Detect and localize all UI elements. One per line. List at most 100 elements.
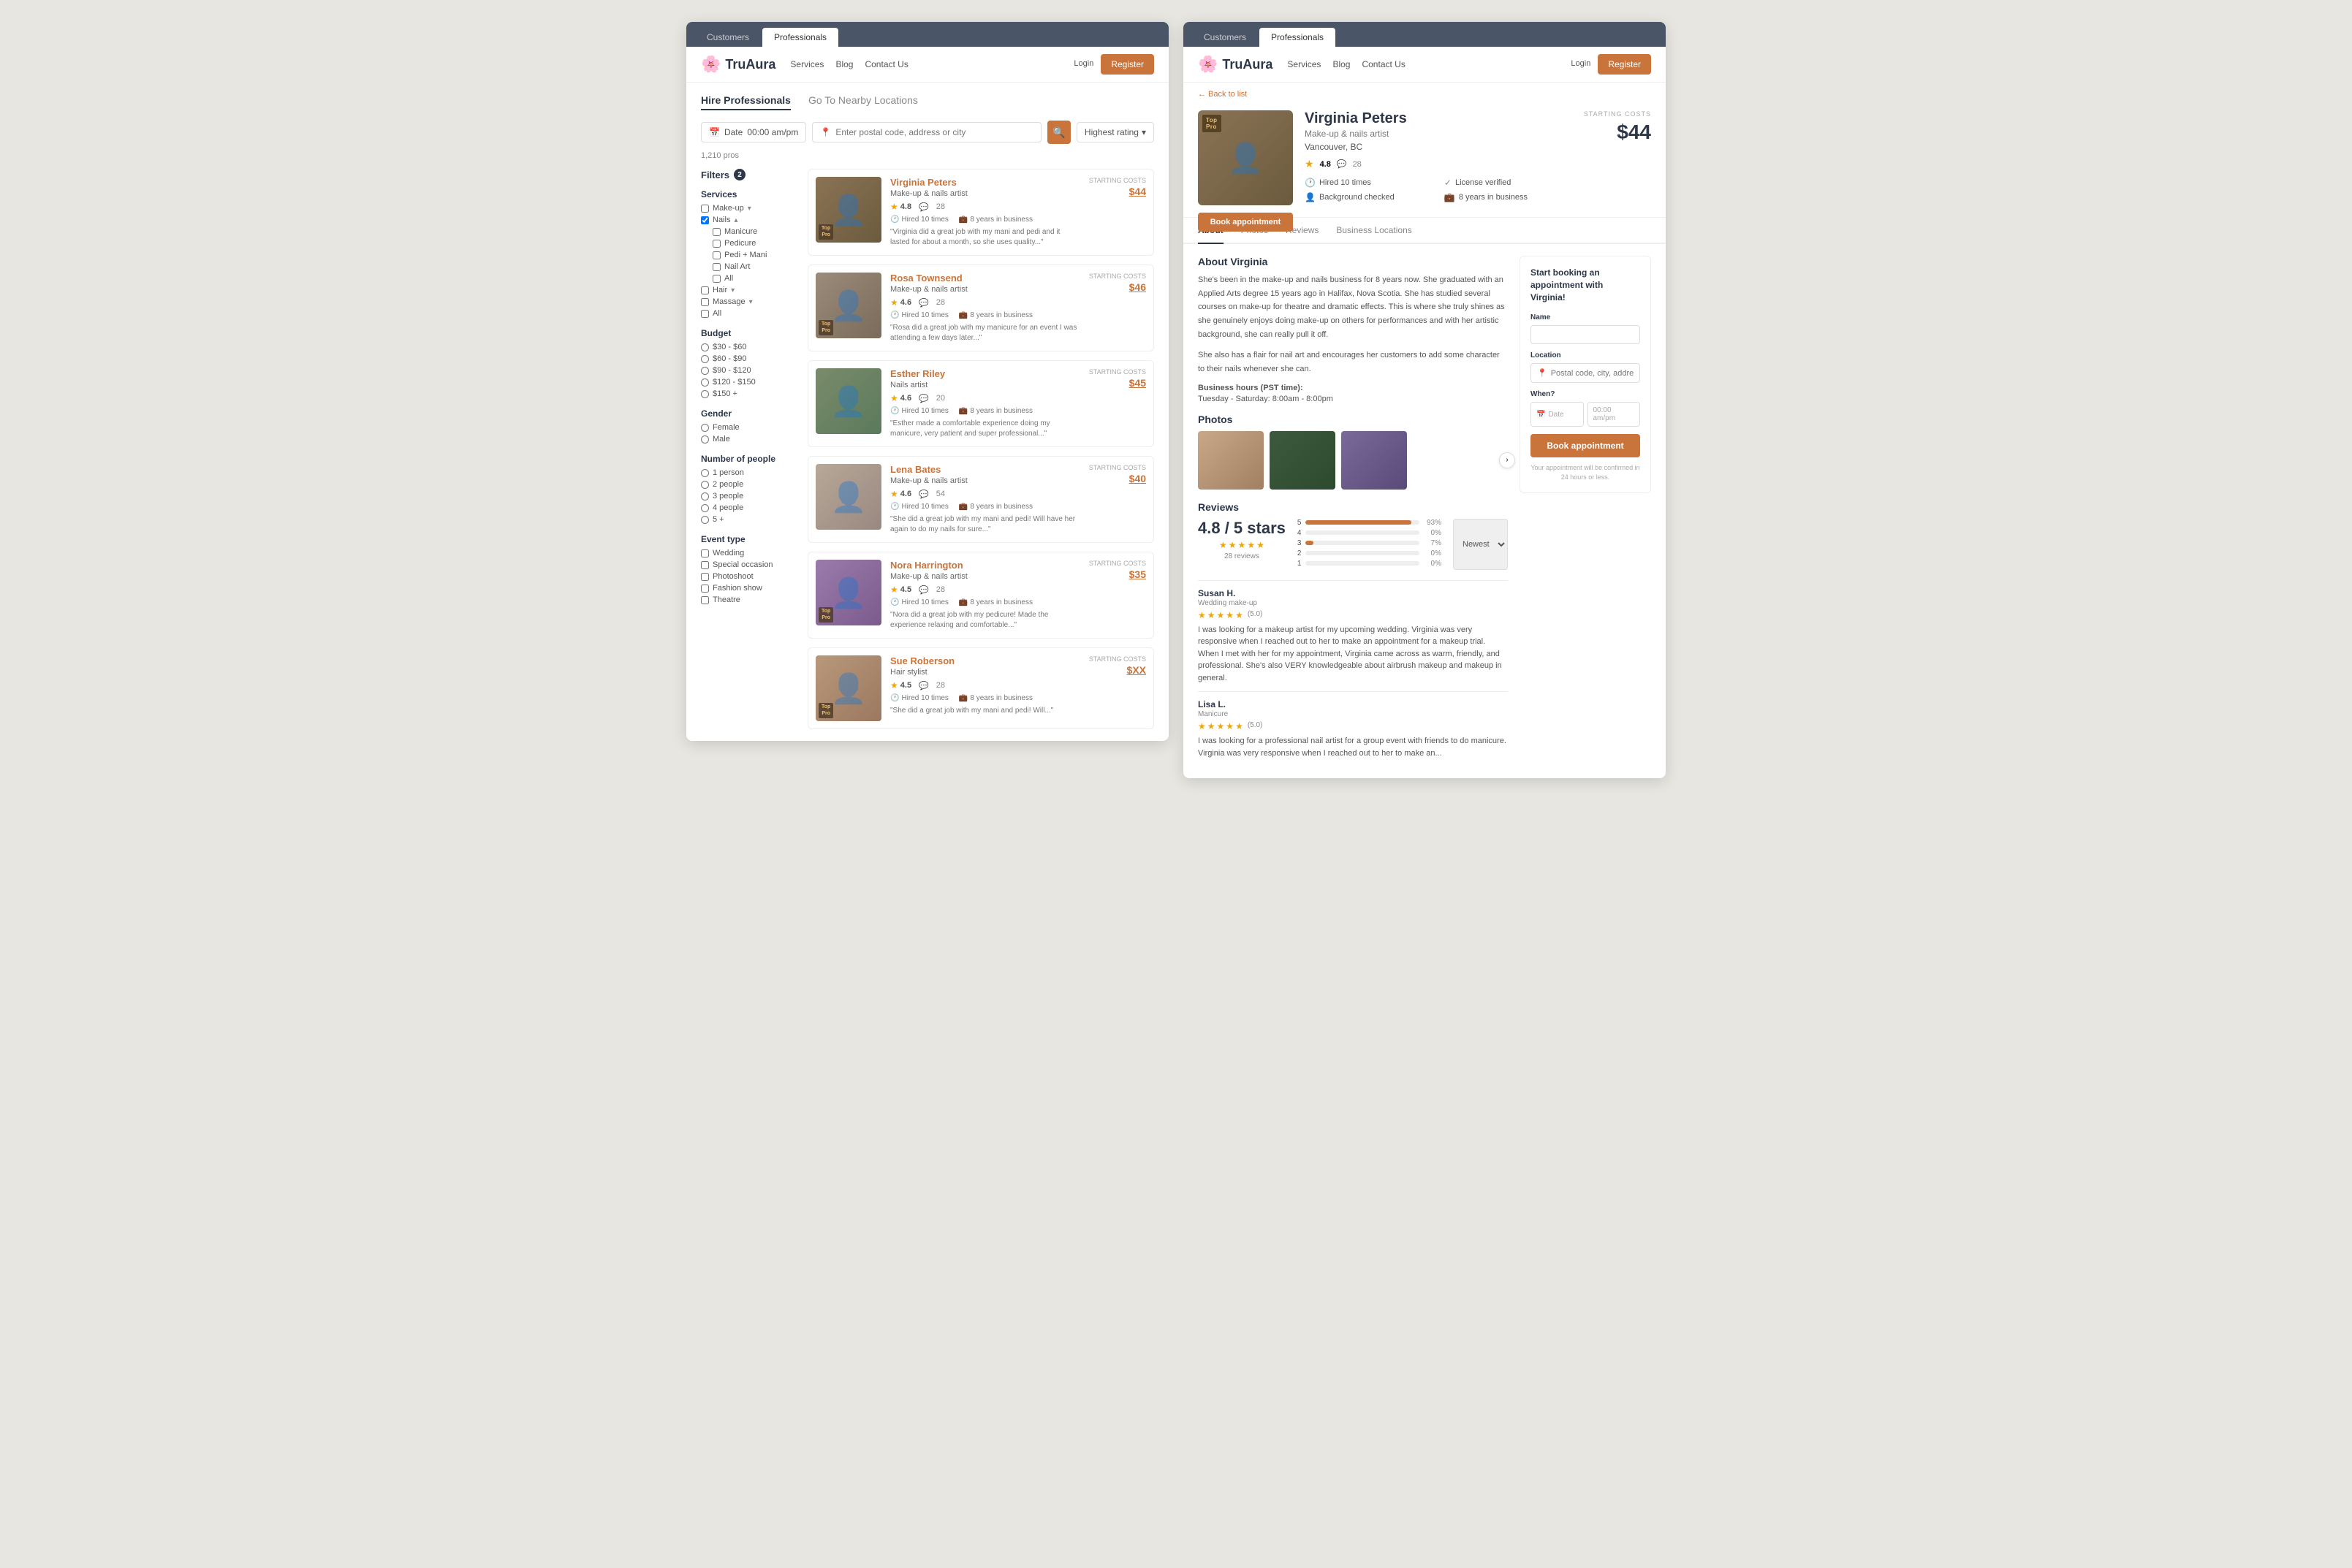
tab-professionals-right[interactable]: Professionals: [1259, 28, 1335, 47]
listing-name-1[interactable]: Virginia Peters: [890, 177, 1080, 188]
listing-name-3[interactable]: Esther Riley: [890, 368, 1080, 379]
budget-150-plus[interactable]: $150 +: [701, 389, 796, 398]
budget-30-60[interactable]: $30 - $60: [701, 343, 796, 351]
event-theatre[interactable]: Theatre: [701, 595, 796, 604]
event-photoshoot[interactable]: Photoshoot: [701, 572, 796, 581]
people-1[interactable]: 1 person: [701, 468, 796, 477]
book-appointment-btn-widget[interactable]: Book appointment: [1530, 434, 1640, 457]
widget-location-wrapper[interactable]: 📍: [1530, 363, 1640, 383]
price-value-2[interactable]: $46: [1089, 281, 1146, 293]
listing-stats-2: 🕐Hired 10 times 💼8 years in business: [890, 311, 1080, 319]
nav-services-right[interactable]: Services: [1287, 59, 1321, 69]
price-value-5[interactable]: $35: [1089, 568, 1146, 580]
listing-name-4[interactable]: Lena Bates: [890, 464, 1080, 475]
filter-nail-art[interactable]: Nail Art: [713, 262, 796, 271]
reviews-sort-dropdown[interactable]: Newest: [1453, 519, 1508, 570]
people-2[interactable]: 2 people: [701, 480, 796, 489]
event-wedding[interactable]: Wedding: [701, 549, 796, 557]
filter-nails-check[interactable]: [701, 216, 709, 224]
starting-costs-label: STARTING COSTS: [1584, 110, 1651, 118]
register-btn-left[interactable]: Register: [1101, 54, 1154, 75]
tab-business-locations[interactable]: Business Locations: [1336, 218, 1411, 244]
filter-nails-all[interactable]: All: [713, 274, 796, 283]
profile-review-count: 28: [1353, 160, 1362, 169]
nav-services-left[interactable]: Services: [790, 59, 824, 69]
photo-3: [1341, 431, 1407, 490]
price-value-3[interactable]: $45: [1089, 377, 1146, 389]
nav-contact-right[interactable]: Contact Us: [1362, 59, 1405, 69]
listing-photo-5: 👤 TopPro: [816, 560, 881, 625]
location-input-wrapper[interactable]: 📍: [812, 122, 1042, 142]
bar-pct-5: 93%: [1424, 519, 1441, 527]
sort-select[interactable]: Highest rating ▾: [1077, 122, 1154, 142]
filter-pedicure[interactable]: Pedicure: [713, 239, 796, 248]
filter-manicure[interactable]: Manicure: [713, 227, 796, 236]
bar-label-1: 1: [1297, 560, 1302, 568]
gender-female[interactable]: Female: [701, 423, 796, 432]
event-fashion[interactable]: Fashion show: [701, 584, 796, 593]
listing-name-5[interactable]: Nora Harrington: [890, 560, 1080, 571]
widget-location-input[interactable]: [1551, 369, 1634, 378]
tab-customers[interactable]: Customers: [695, 28, 761, 47]
nav-links-right: Services Blog Contact Us: [1287, 59, 1405, 69]
nav-blog-right[interactable]: Blog: [1332, 59, 1350, 69]
tab-customers-right[interactable]: Customers: [1192, 28, 1258, 47]
profile-details: Virginia Peters Make-up & nails artist V…: [1305, 110, 1572, 205]
nav-right-right: Login Register: [1571, 54, 1651, 75]
profile-photo-wrapper: 👤 TopPro Book appointment: [1198, 110, 1293, 205]
filter-pedi-mani[interactable]: Pedi + Mani: [713, 251, 796, 259]
listing-quote-2: "Rosa did a great job with my manicure f…: [890, 323, 1080, 343]
profile-photo: 👤 TopPro: [1198, 110, 1293, 205]
widget-name-input[interactable]: [1530, 325, 1640, 344]
event-special[interactable]: Special occasion: [701, 560, 796, 569]
services-label: Services: [701, 189, 796, 199]
listing-name-6[interactable]: Sue Roberson: [890, 655, 1080, 666]
budget-90-120[interactable]: $90 - $120: [701, 366, 796, 375]
people-5plus[interactable]: 5 +: [701, 515, 796, 524]
nearby-locations-tab[interactable]: Go To Nearby Locations: [808, 94, 918, 110]
book-appointment-btn-header[interactable]: Book appointment: [1198, 213, 1293, 232]
register-btn-right[interactable]: Register: [1598, 54, 1651, 75]
price-value-1[interactable]: $44: [1089, 186, 1146, 197]
people-4[interactable]: 4 people: [701, 503, 796, 512]
listing-name-2[interactable]: Rosa Townsend: [890, 273, 1080, 283]
budget-60-90[interactable]: $60 - $90: [701, 354, 796, 363]
filter-nails[interactable]: Nails ▴: [701, 216, 796, 224]
search-button[interactable]: 🔍: [1047, 121, 1071, 144]
hire-professionals-tab[interactable]: Hire Professionals: [701, 94, 791, 110]
nav-contact-left[interactable]: Contact Us: [865, 59, 908, 69]
login-btn-left[interactable]: Login: [1074, 59, 1093, 69]
back-link[interactable]: ← Back to list: [1198, 83, 1651, 103]
navbar-right: 🌸 TruAura Services Blog Contact Us Login…: [1183, 47, 1666, 83]
widget-time-field[interactable]: 00:00 am/pm: [1587, 402, 1641, 427]
filter-massage[interactable]: Massage ▾: [701, 297, 796, 306]
login-btn-right[interactable]: Login: [1571, 59, 1590, 69]
years-text-1: 8 years in business: [970, 216, 1033, 224]
bar-label-3: 3: [1297, 539, 1302, 547]
widget-date-field[interactable]: 📅 Date: [1530, 402, 1584, 427]
about-para-1: She's been in the make-up and nails busi…: [1198, 273, 1508, 341]
nav-blog-left[interactable]: Blog: [835, 59, 853, 69]
price-value-6[interactable]: $XX: [1089, 664, 1146, 676]
people-3[interactable]: 3 people: [701, 492, 796, 501]
date-picker[interactable]: 📅 Date 00:00 am/pm: [701, 122, 806, 142]
tab-professionals-left[interactable]: Professionals: [762, 28, 838, 47]
review-bars: 5 93% 4 0%: [1297, 519, 1441, 570]
photos-next-btn[interactable]: ›: [1499, 452, 1515, 468]
top-pro-badge-2: TopPro: [819, 320, 833, 335]
bar-track-1: [1305, 561, 1419, 566]
listing-photo-2: 👤 TopPro: [816, 273, 881, 338]
filter-all[interactable]: All: [701, 309, 796, 318]
profile-name: Virginia Peters: [1305, 110, 1572, 127]
filter-makeup-check[interactable]: [701, 205, 709, 213]
location-input[interactable]: [835, 127, 1033, 137]
price-value-4[interactable]: $40: [1089, 473, 1146, 484]
filter-makeup[interactable]: Make-up ▾: [701, 204, 796, 213]
filters-panel: Filters 2 Services Make-up ▾ Nails ▴ Man…: [701, 169, 796, 729]
hours-label: Business hours (PST time):: [1198, 384, 1508, 392]
profile-chat-icon: 💬: [1337, 159, 1347, 169]
gender-male[interactable]: Male: [701, 435, 796, 444]
logo-text-right: TruAura: [1222, 57, 1272, 72]
filter-hair[interactable]: Hair ▾: [701, 286, 796, 294]
budget-120-150[interactable]: $120 - $150: [701, 378, 796, 387]
